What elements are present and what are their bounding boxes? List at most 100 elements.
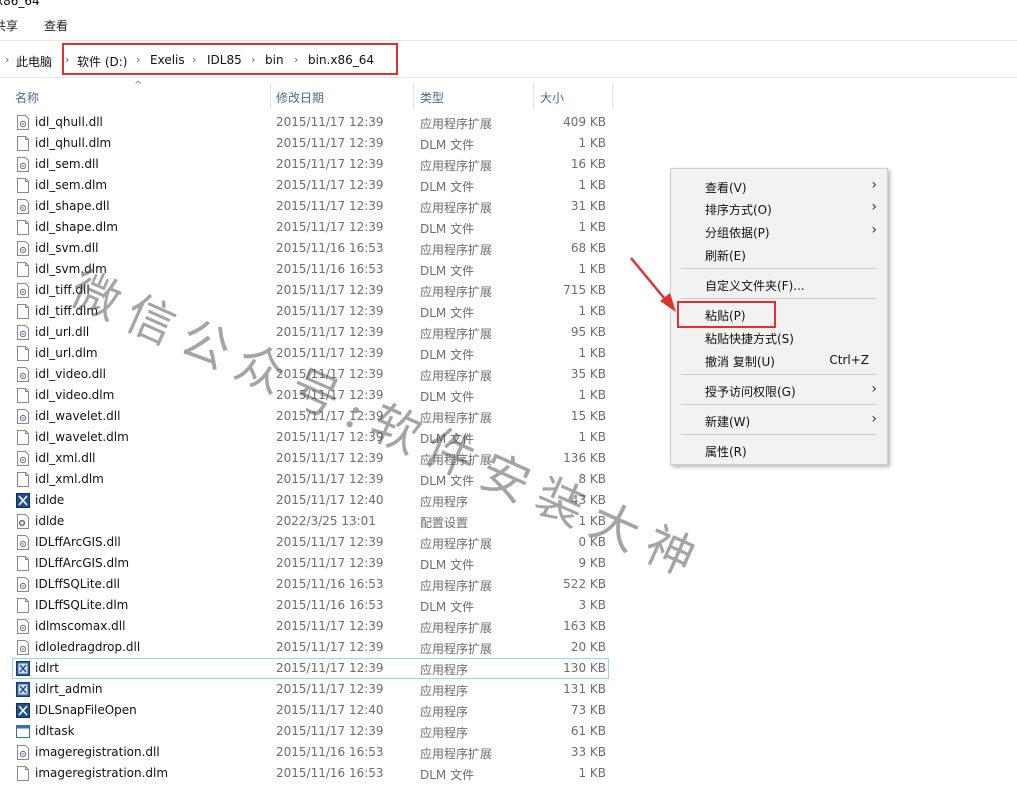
file-row[interactable]: imageregistration.dll 2015/11/16 16:53 应用程… [0, 742, 610, 763]
file-size: 1 KB [578, 388, 606, 402]
breadcrumb-idl85[interactable]: IDL85 [207, 53, 242, 67]
file-row[interactable]: idl_tiff.dll 2015/11/17 12:39 应用程序扩展 715 KB [0, 280, 610, 301]
chevron-right-icon[interactable]: › [65, 53, 69, 66]
file-row[interactable]: IDLffArcGIS.dll 2015/11/17 12:39 应用程序扩展 0 K… [0, 532, 610, 553]
file-size: 16 KB [570, 157, 606, 171]
menu-item-properties[interactable]: 属性(R) [671, 439, 887, 461]
file-type: DLM 文件 [420, 600, 475, 614]
file-row[interactable]: idl_wavelet.dlm 2015/11/17 12:39 DLM 文件 1 K… [0, 427, 610, 448]
file-name: IDLffArcGIS.dll [35, 535, 121, 549]
column-divider[interactable] [612, 82, 613, 110]
file-size: 61 KB [570, 724, 606, 738]
file-size: 1 KB [578, 346, 606, 360]
file-row[interactable]: idltask 2015/11/17 12:39 应用程序 61 KB [0, 721, 610, 742]
file-row[interactable]: idl_sem.dlm 2015/11/17 12:39 DLM 文件 1 KB [0, 175, 610, 196]
file-row[interactable]: imageregistration.dlm 2015/11/16 16:53 DLM… [0, 763, 610, 784]
chevron-right-icon[interactable]: › [5, 53, 9, 66]
file-row[interactable]: idl_wavelet.dll 2015/11/17 12:39 应用程序扩展 15 … [0, 406, 610, 427]
file-row[interactable]: idl_video.dll 2015/11/17 12:39 应用程序扩展 35 KB [0, 364, 610, 385]
file-row[interactable]: idloledragdrop.dll 2015/11/17 12:39 应用程序扩展… [0, 637, 610, 658]
file-size: 95 KB [570, 325, 606, 339]
file-row[interactable]: idl_url.dlm 2015/11/17 12:39 DLM 文件 1 KB [0, 343, 610, 364]
file-icon [16, 556, 30, 571]
file-row[interactable]: IDLSnapFileOpen 2015/11/17 12:40 应用程序 73 KB [0, 700, 610, 721]
breadcrumb-drive-d[interactable]: 软件 (D:) [77, 53, 127, 70]
column-divider[interactable] [270, 82, 271, 110]
file-date: 2015/11/17 12:39 [276, 619, 384, 633]
file-row[interactable]: IDLffArcGIS.dlm 2015/11/17 12:39 DLM 文件 9 K… [0, 553, 610, 574]
file-row[interactable]: idlrt_admin 2015/11/17 12:39 应用程序 131 KB [0, 679, 610, 700]
ribbon-tabs: 共享 查看 [0, 14, 1017, 36]
chevron-right-icon[interactable]: › [136, 53, 140, 66]
file-name: idltask [35, 724, 75, 738]
file-row[interactable]: idlde 2022/3/25 13:01 配置设置 1 KB [0, 511, 610, 532]
menu-item-give-access[interactable]: 授予访问权限(G) › [671, 379, 887, 401]
file-row[interactable]: idlde 2015/11/17 12:40 应用程序 43 KB [0, 490, 610, 511]
file-row[interactable]: idlrt 2015/11/17 12:39 应用程序 130 KB [12, 658, 609, 679]
menu-item-paste[interactable]: 粘贴(P) [671, 303, 887, 325]
file-size: 3 KB [578, 598, 606, 612]
file-type: 应用程序扩展 [420, 642, 493, 656]
file-date: 2015/11/17 12:39 [276, 472, 384, 486]
tab-share[interactable]: 共享 [0, 17, 18, 34]
file-size: 43 KB [570, 493, 606, 507]
menu-item-view[interactable]: 查看(V) › [671, 175, 887, 197]
file-row[interactable]: idl_sem.dll 2015/11/17 12:39 应用程序扩展 16 KB [0, 154, 610, 175]
file-row[interactable]: idl_video.dlm 2015/11/17 12:39 DLM 文件 1 KB [0, 385, 610, 406]
file-type: 应用程序扩展 [420, 201, 493, 215]
menu-item-sort-by[interactable]: 排序方式(O) › [671, 197, 887, 219]
file-type: DLM 文件 [420, 390, 475, 404]
file-date: 2015/11/17 12:39 [276, 430, 384, 444]
file-size: 35 KB [570, 367, 606, 381]
chevron-right-icon[interactable]: › [192, 53, 196, 66]
menu-item-label: 粘贴(P) [705, 309, 746, 323]
file-row[interactable]: idl_tiff.dlm 2015/11/17 12:39 DLM 文件 1 KB [0, 301, 610, 322]
file-name: idl_shape.dlm [35, 220, 118, 234]
file-row[interactable]: IDLffSQLite.dll 2015/11/16 16:53 应用程序扩展 522… [0, 574, 610, 595]
column-date[interactable]: 修改日期 [276, 89, 324, 106]
menu-item-customize-folder[interactable]: 自定义文件夹(F)... [671, 273, 887, 295]
file-row[interactable]: idl_svm.dll 2015/11/16 16:53 应用程序扩展 68 KB [0, 238, 610, 259]
file-row[interactable]: idl_qhull.dlm 2015/11/17 12:39 DLM 文件 1 KB [0, 133, 610, 154]
file-row[interactable]: idl_shape.dll 2015/11/17 12:39 应用程序扩展 31 KB [0, 196, 610, 217]
file-row[interactable]: idl_xml.dll 2015/11/17 12:39 应用程序扩展 136 KB [0, 448, 610, 469]
tab-view[interactable]: 查看 [44, 17, 68, 34]
idlrt-app-icon [16, 661, 30, 676]
breadcrumb-bin-x86-64[interactable]: bin.x86_64 [308, 53, 374, 67]
file-name: imageregistration.dlm [35, 766, 169, 780]
chevron-right-icon[interactable]: › [251, 53, 255, 66]
chevron-right-icon[interactable]: › [294, 53, 298, 66]
menu-item-new[interactable]: 新建(W) › [671, 409, 887, 431]
file-type: 应用程序扩展 [420, 117, 493, 131]
breadcrumb-exelis[interactable]: Exelis [150, 53, 185, 67]
menu-item-paste-shortcut[interactable]: 粘贴快捷方式(S) [671, 326, 887, 348]
breadcrumb-bin[interactable]: bin [265, 53, 284, 67]
file-row[interactable]: idl_xml.dlm 2015/11/17 12:39 DLM 文件 8 KB [0, 469, 610, 490]
file-row[interactable]: idl_qhull.dll 2015/11/17 12:39 应用程序扩展 409 K… [0, 112, 610, 133]
file-date: 2015/11/17 12:39 [276, 724, 384, 738]
file-row[interactable]: idl_url.dll 2015/11/17 12:39 应用程序扩展 95 KB [0, 322, 610, 343]
file-row[interactable]: idl_svm.dlm 2015/11/16 16:53 DLM 文件 1 KB [0, 259, 610, 280]
column-divider[interactable] [533, 82, 534, 110]
file-type: 应用程序扩展 [420, 579, 493, 593]
column-divider[interactable] [413, 82, 414, 110]
file-size: 1 KB [578, 262, 606, 276]
file-type: 应用程序扩展 [420, 327, 493, 341]
file-size: 409 KB [563, 115, 606, 129]
column-type[interactable]: 类型 [420, 89, 444, 106]
file-row[interactable]: IDLffSQLite.dlm 2015/11/16 16:53 DLM 文件 3 K… [0, 595, 610, 616]
menu-item-refresh[interactable]: 刷新(E) [671, 243, 887, 265]
breadcrumb-this-pc[interactable]: 此电脑 [16, 53, 52, 70]
column-size[interactable]: 大小 [540, 89, 564, 106]
address-bar[interactable]: › 此电脑 › 软件 (D:) › Exelis › IDL85 › bin ›… [0, 40, 1017, 78]
file-name: idl_video.dlm [35, 388, 115, 402]
file-date: 2015/11/17 12:39 [276, 409, 384, 423]
menu-item-group-by[interactable]: 分组依据(P) › [671, 220, 887, 242]
file-date: 2015/11/17 12:39 [276, 136, 384, 150]
file-name: IDLffSQLite.dll [35, 577, 121, 591]
file-row[interactable]: idl_shape.dlm 2015/11/17 12:39 DLM 文件 1 KB [0, 217, 610, 238]
file-row[interactable]: idlmscomax.dll 2015/11/17 12:39 应用程序扩展 163 … [0, 616, 610, 637]
menu-item-undo-copy[interactable]: 撤消 复制(U) Ctrl+Z [671, 349, 887, 371]
file-date: 2015/11/17 12:39 [276, 388, 384, 402]
column-name[interactable]: 名称 [15, 89, 39, 106]
